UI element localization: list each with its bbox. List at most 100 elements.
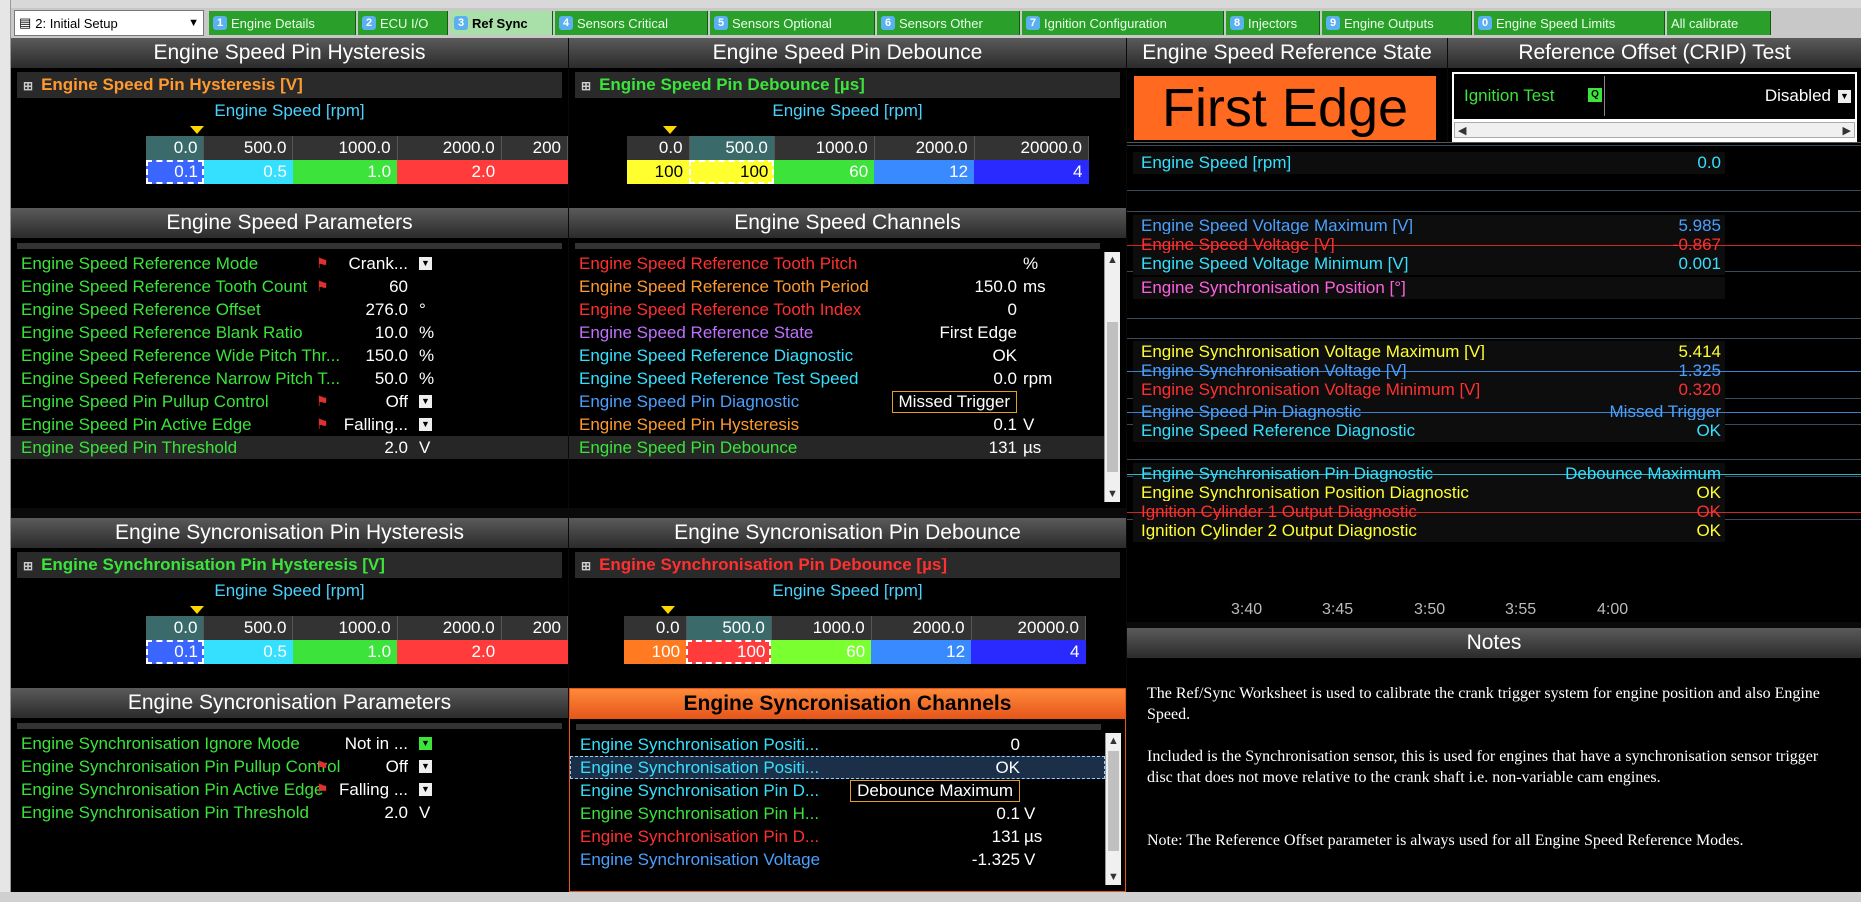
tab-all-calibrate[interactable]: All calibrate xyxy=(1667,11,1771,35)
scrollbar-thumb[interactable] xyxy=(1107,322,1118,472)
value-cell[interactable]: 100 xyxy=(624,640,687,664)
value-cell[interactable] xyxy=(501,640,568,664)
axis-cell[interactable]: 1000.0 xyxy=(771,616,872,640)
horizontal-scrollbar[interactable]: ◀ ▶ xyxy=(1454,122,1855,138)
vertical-scrollbar[interactable]: ▲ ▼ xyxy=(1104,252,1120,502)
parameter-value[interactable]: 60 xyxy=(389,277,408,297)
channel-row[interactable]: Engine Speed Pin Debounce 131 µs xyxy=(569,436,1104,459)
scroll-down-icon[interactable]: ▼ xyxy=(1105,486,1120,502)
channel-row[interactable]: Engine Synchronisation Voltage -1.325 V xyxy=(570,848,1105,871)
expand-icon[interactable]: ⊞ xyxy=(581,79,591,93)
channel-row[interactable]: Engine Synchronisation Pin D... 131 µs xyxy=(570,825,1105,848)
channel-row[interactable]: Engine Speed Pin Hysteresis 0.1 V xyxy=(569,413,1104,436)
scroll-up-icon[interactable]: ▲ xyxy=(1106,733,1121,749)
parameter-value[interactable]: Crank... xyxy=(348,254,408,274)
value-cell[interactable]: 0.1 xyxy=(146,640,204,664)
value-cell[interactable]: 100 xyxy=(627,160,690,184)
channel-row[interactable]: Engine Speed Reference Diagnostic OK xyxy=(569,344,1104,367)
channel-row[interactable]: Engine Synchronisation Positi... OK xyxy=(570,756,1105,779)
axis-cell[interactable]: 0.0 xyxy=(627,136,690,160)
sync-hysteresis-table[interactable]: 0.0 500.0 1000.0 2000.0 200 0.1 0.5 1.0 2.0 xyxy=(146,616,568,664)
dropdown-icon[interactable]: ▼ xyxy=(419,783,432,796)
parameter-row[interactable]: Engine Synchronisation Pin Active Edge ⚑ F… xyxy=(11,778,568,801)
parameter-value[interactable]: Falling ... xyxy=(339,780,408,800)
value-cell[interactable]: 12 xyxy=(871,640,972,664)
scrollbar-thumb[interactable] xyxy=(1108,751,1119,851)
channel-row[interactable]: Engine Speed Pin Diagnostic Missed Trigge… xyxy=(569,390,1104,413)
value-cell[interactable]: 60 xyxy=(771,640,872,664)
channel-row[interactable]: Engine Speed Reference State First Edge xyxy=(569,321,1104,344)
axis-cell[interactable]: 500.0 xyxy=(203,616,294,640)
value-cell[interactable]: 2.0 xyxy=(397,160,502,184)
value-cell[interactable]: 100 xyxy=(689,160,775,184)
tab-ref-sync[interactable]: 3 Ref Sync xyxy=(450,11,553,35)
axis-cell[interactable]: 200 xyxy=(501,616,568,640)
value-cell[interactable]: 0.5 xyxy=(203,640,293,664)
value-cell[interactable]: 1.0 xyxy=(292,160,398,184)
scroll-right-icon[interactable]: ▶ xyxy=(1843,124,1851,137)
value-cell[interactable] xyxy=(501,160,568,184)
scroll-left-icon[interactable]: ◀ xyxy=(1458,124,1466,137)
parameter-value[interactable]: 150.0 xyxy=(365,346,408,366)
parameter-row[interactable]: Engine Synchronisation Pin Threshold 2.0 V xyxy=(11,801,568,824)
parameter-value[interactable]: Off xyxy=(386,757,408,777)
value-cell[interactable]: 100 xyxy=(686,640,772,664)
dropdown-icon[interactable]: ▼ xyxy=(419,737,432,750)
axis-cell[interactable]: 20000.0 xyxy=(971,616,1087,640)
parameter-value[interactable]: Falling... xyxy=(344,415,408,435)
axis-cell[interactable]: 1000.0 xyxy=(292,136,398,160)
worksheet-dropdown[interactable]: ▤ 2: Initial Setup ▼ xyxy=(14,10,204,36)
parameter-row[interactable]: Engine Speed Pin Active Edge ⚑ Falling... ▼ xyxy=(11,413,568,436)
tab-ignition-configuration[interactable]: 7 Ignition Configuration xyxy=(1022,11,1224,35)
tab-engine-outputs[interactable]: 9 Engine Outputs xyxy=(1322,11,1472,35)
value-cell[interactable]: 4 xyxy=(971,640,1086,664)
debounce-table[interactable]: 0.0 500.0 1000.0 2000.0 20000.0 100 100 60 12 4 xyxy=(627,136,1090,184)
parameter-value[interactable]: Off xyxy=(386,392,408,412)
parameter-row[interactable]: Engine Speed Pin Threshold 2.0 V xyxy=(11,436,568,459)
expand-icon[interactable]: ⊞ xyxy=(23,79,33,93)
parameter-value[interactable]: 2.0 xyxy=(384,803,408,823)
parameter-row[interactable]: Engine Synchronisation Pin Pullup Contro… xyxy=(11,755,568,778)
axis-cell[interactable]: 1000.0 xyxy=(292,616,398,640)
axis-cell[interactable]: 500.0 xyxy=(689,136,775,160)
tab-injectors[interactable]: 8 Injectors xyxy=(1226,11,1320,35)
axis-cell[interactable]: 2000.0 xyxy=(871,616,972,640)
tab-sensors-other[interactable]: 6 Sensors Other xyxy=(877,11,1020,35)
channel-row[interactable]: Engine Speed Reference Tooth Index 0 xyxy=(569,298,1104,321)
channel-row[interactable]: Engine Speed Reference Tooth Pitch% xyxy=(569,252,1104,275)
expand-icon[interactable]: ⊞ xyxy=(581,559,591,573)
scroll-up-icon[interactable]: ▲ xyxy=(1105,252,1120,268)
sync-debounce-table[interactable]: 0.0 500.0 1000.0 2000.0 20000.0 100 100 60 12 4 xyxy=(624,616,1087,664)
channel-row[interactable]: Engine Synchronisation Pin D... Debounce … xyxy=(570,779,1105,802)
parameter-row[interactable]: Engine Speed Reference Tooth Count ⚑ 60 xyxy=(11,275,568,298)
hysteresis-table[interactable]: 0.0 500.0 1000.0 2000.0 200 0.1 0.5 1.0 2.0 xyxy=(146,136,568,184)
dropdown-icon[interactable]: ▼ xyxy=(419,760,432,773)
parameter-row[interactable]: Engine Speed Reference Mode ⚑ Crank... ▼ xyxy=(11,252,568,275)
dropdown-icon[interactable]: ▼ xyxy=(419,395,432,408)
parameter-row[interactable]: Engine Speed Reference Offset 276.0 ° xyxy=(11,298,568,321)
expand-icon[interactable]: ⊞ xyxy=(23,559,33,573)
axis-cell[interactable]: 0.0 xyxy=(146,136,205,160)
vertical-scrollbar[interactable]: ▲ ▼ xyxy=(1105,733,1121,885)
ignition-test-value[interactable]: Disabled xyxy=(1765,86,1831,106)
parameter-row[interactable]: Engine Speed Pin Pullup Control ⚑ Off ▼ xyxy=(11,390,568,413)
axis-cell[interactable]: 1000.0 xyxy=(774,136,875,160)
parameter-value[interactable]: 50.0 xyxy=(375,369,408,389)
channel-row[interactable]: Engine Speed Reference Test Speed 0.0 rpm xyxy=(569,367,1104,390)
axis-cell[interactable]: 0.0 xyxy=(624,616,687,640)
parameter-row[interactable]: Engine Synchronisation Ignore Mode Not in… xyxy=(11,732,568,755)
value-cell[interactable]: 60 xyxy=(774,160,875,184)
value-cell[interactable]: 12 xyxy=(874,160,975,184)
axis-cell[interactable]: 0.0 xyxy=(146,616,205,640)
parameter-value[interactable]: 10.0 xyxy=(375,323,408,343)
parameter-row[interactable]: Engine Speed Reference Wide Pitch Thr...… xyxy=(11,344,568,367)
tab-sensors-critical[interactable]: 4 Sensors Critical xyxy=(555,11,708,35)
time-graph-panel[interactable]: Engine Speed [rpm] 0.0 Engine Speed Voltag… xyxy=(1127,142,1861,622)
value-cell[interactable]: 4 xyxy=(974,160,1089,184)
axis-cell[interactable]: 2000.0 xyxy=(397,616,502,640)
scroll-down-icon[interactable]: ▼ xyxy=(1106,869,1121,885)
tab-sensors-optional[interactable]: 5 Sensors Optional xyxy=(710,11,875,35)
tab-engine-details[interactable]: 1 Engine Details xyxy=(209,11,356,35)
parameter-row[interactable]: Engine Speed Reference Blank Ratio 10.0% xyxy=(11,321,568,344)
axis-cell[interactable]: 200 xyxy=(501,136,568,160)
